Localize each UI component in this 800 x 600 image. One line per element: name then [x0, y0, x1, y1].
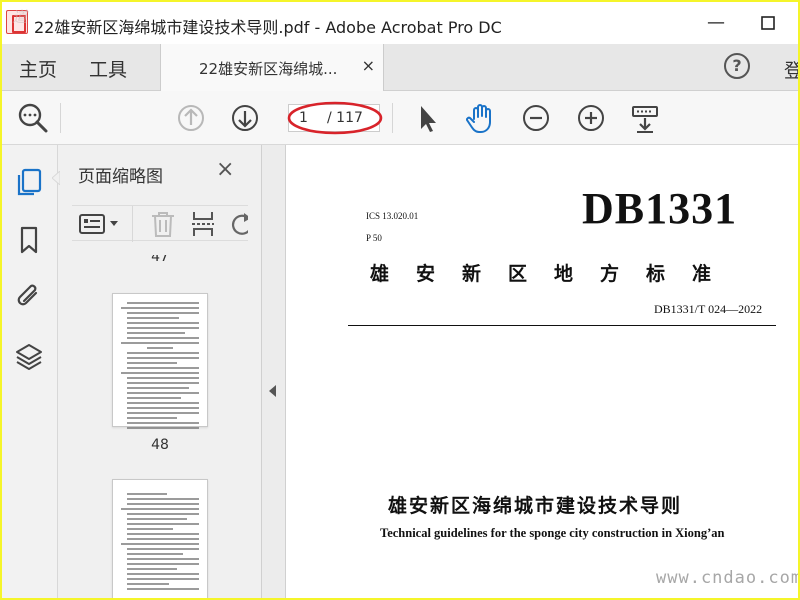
rotate-icon — [232, 213, 248, 235]
layers-button[interactable] — [14, 341, 44, 371]
sign-in-link[interactable]: 登 — [784, 56, 798, 83]
options-list-icon — [79, 214, 118, 234]
maximize-button[interactable] — [754, 10, 782, 36]
thumbnail-page-49[interactable] — [112, 479, 208, 598]
bookmarks-button[interactable] — [14, 225, 44, 255]
document-view: ICS 13.020.01 P 50 DB1331 雄安新区地方标准 DB133… — [286, 145, 798, 598]
page-thumbnails-panel: 页面缩略图 × 47 48 — [52, 145, 308, 598]
collapse-arrow-icon[interactable] — [269, 385, 276, 397]
read-mode-button[interactable] — [628, 101, 662, 135]
document-tab-label: 22雄安新区海绵城... — [199, 60, 338, 78]
layers-icon — [16, 344, 42, 370]
hand-tool-button[interactable] — [464, 101, 498, 135]
select-tool-button[interactable] — [410, 101, 444, 135]
menu-bar: 主页 工具 22雄安新区海绵城... × ? 登 — [2, 44, 798, 91]
search-zoom-button[interactable] — [16, 101, 50, 135]
doc-divider — [348, 325, 776, 326]
next-page-button[interactable] — [228, 101, 262, 135]
thumbnail-list: 47 48 — [58, 255, 262, 598]
navigation-rail — [2, 145, 58, 598]
doc-standard-type: 雄安新区地方标准 — [370, 263, 739, 285]
hand-icon — [466, 104, 491, 133]
watermark-right: www.cndao.com — [656, 568, 798, 588]
search-zoom-icon — [18, 103, 48, 133]
window-title: 22雄安新区海绵城市建设技术导则.pdf - Adobe Acrobat Pro… — [34, 18, 502, 37]
panel-pointer-icon — [52, 171, 60, 185]
zoom-in-button[interactable] — [574, 101, 608, 135]
title-bar: 22雄安新区海绵城市建设技术导则.pdf - Adobe Acrobat Pro… — [2, 2, 798, 44]
page-extract-icon — [192, 212, 214, 236]
red-highlight-oval — [287, 101, 383, 135]
rotate-page-button[interactable] — [228, 209, 248, 239]
minimize-button[interactable]: — — [702, 10, 730, 36]
document-tab-close-button[interactable]: × — [362, 56, 375, 75]
help-button[interactable]: ? — [724, 53, 750, 79]
toolbar-divider — [60, 103, 61, 133]
zoom-in-icon — [578, 105, 604, 131]
doc-standard-number: DB1331/T 024—2022 — [654, 302, 763, 316]
extract-page-button[interactable] — [188, 209, 218, 239]
doc-ics-code: ICS 13.020.01 — [366, 211, 419, 221]
arrow-up-circle-icon — [178, 105, 204, 131]
panel-title: 页面缩略图 — [78, 167, 163, 187]
document-tab[interactable]: 22雄安新区海绵城... × — [160, 44, 384, 91]
maximize-icon — [761, 16, 775, 30]
thumbnail-options-button[interactable] — [76, 210, 124, 238]
tools-menu[interactable]: 工具 — [89, 55, 127, 82]
panel-collapse-gutter[interactable] — [262, 145, 286, 598]
attachment-icon — [17, 284, 38, 306]
zoom-out-button[interactable] — [519, 101, 553, 135]
page-thumbnails-button[interactable] — [14, 167, 44, 197]
tools-divider — [132, 206, 133, 242]
app-window: 22雄安新区海绵城市建设技术导则.pdf - Adobe Acrobat Pro… — [2, 2, 798, 598]
toolbar: 1 / 117 — [2, 91, 798, 145]
select-arrow-icon — [421, 106, 436, 132]
watermark-left: 道 — [12, 8, 28, 26]
thumbnail-tools — [72, 205, 248, 242]
thumbnail-page-48[interactable] — [112, 293, 208, 429]
thumbnail-page-label: 48 — [151, 437, 169, 453]
read-mode-icon — [632, 106, 658, 133]
attachments-button[interactable] — [14, 281, 44, 311]
doc-title-chinese: 雄安新区海绵城市建设技术导则 — [388, 495, 683, 517]
doc-p-code: P 50 — [366, 233, 382, 243]
delete-page-button[interactable] — [148, 209, 178, 239]
toolbar-divider — [392, 103, 393, 133]
doc-db-code: DB1331 — [582, 184, 738, 233]
home-menu[interactable]: 主页 — [19, 55, 57, 82]
bookmark-icon — [20, 226, 38, 254]
trash-icon — [152, 212, 174, 237]
doc-title-english: Technical guidelines for the sponge city… — [380, 526, 725, 540]
arrow-down-circle-icon — [232, 105, 258, 131]
page-thumbnails-icon — [17, 168, 42, 196]
thumbnail-page-label: 47 — [151, 255, 169, 265]
panel-close-button[interactable]: × — [216, 157, 234, 182]
previous-page-button[interactable] — [174, 101, 208, 135]
zoom-out-icon — [523, 105, 549, 131]
